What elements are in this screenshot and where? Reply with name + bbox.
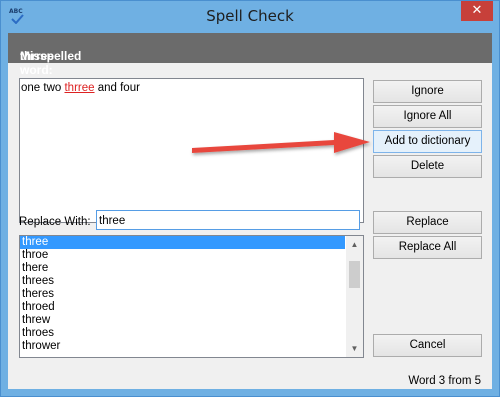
cancel-button[interactable]: Cancel — [373, 334, 482, 357]
window-title: Spell Check — [206, 7, 294, 25]
red-arrow-pointer-icon — [192, 132, 370, 153]
add-to-dictionary-button[interactable]: Add to dictionary — [373, 130, 482, 153]
close-button[interactable]: ✕ — [461, 1, 493, 21]
suggestion-item[interactable]: threw — [20, 314, 345, 327]
suggestion-item[interactable]: theres — [20, 288, 345, 301]
sentence-before: one two — [21, 82, 65, 94]
suggestion-item[interactable]: there — [20, 262, 345, 275]
header-word: thrree — [20, 49, 55, 63]
scroll-down-icon[interactable]: ▼ — [346, 340, 363, 357]
suggestion-item[interactable]: throed — [20, 301, 345, 314]
scroll-up-icon[interactable]: ▲ — [346, 236, 363, 253]
misspelled-word: thrree — [64, 82, 95, 94]
status-word-counter: Word 3 from 5 — [408, 375, 481, 387]
delete-button[interactable]: Delete — [373, 155, 482, 178]
dialog-body: Misspelled word: thrree one two thrree a… — [8, 33, 492, 389]
title-bar[interactable]: ABC Spell Check ✕ — [1, 1, 499, 33]
suggestions-list[interactable]: three throe there threes theres throed threw th… — [19, 235, 364, 358]
suggestion-item[interactable]: throes — [20, 327, 345, 340]
ignore-all-button[interactable]: Ignore All — [373, 105, 482, 128]
suggestion-item[interactable]: throe — [20, 249, 345, 262]
sentence-after: and four — [94, 82, 140, 94]
replace-with-input[interactable]: three — [96, 210, 360, 230]
replace-with-label: Replace With: — [19, 216, 91, 228]
suggestion-item[interactable]: thrower — [20, 340, 345, 353]
suggestion-item[interactable]: three — [20, 236, 345, 249]
misspelled-word-header: Misspelled word: thrree — [8, 33, 492, 77]
spell-check-window: ABC Spell Check ✕ Misspelled word: thrre… — [0, 0, 500, 397]
replace-button[interactable]: Replace — [373, 211, 482, 234]
suggestions-scrollbar[interactable]: ▲ ▼ — [346, 236, 363, 357]
ignore-button[interactable]: Ignore — [373, 80, 482, 103]
scroll-thumb[interactable] — [349, 261, 360, 288]
suggestion-item[interactable]: threes — [20, 275, 345, 288]
replace-all-button[interactable]: Replace All — [373, 236, 482, 259]
